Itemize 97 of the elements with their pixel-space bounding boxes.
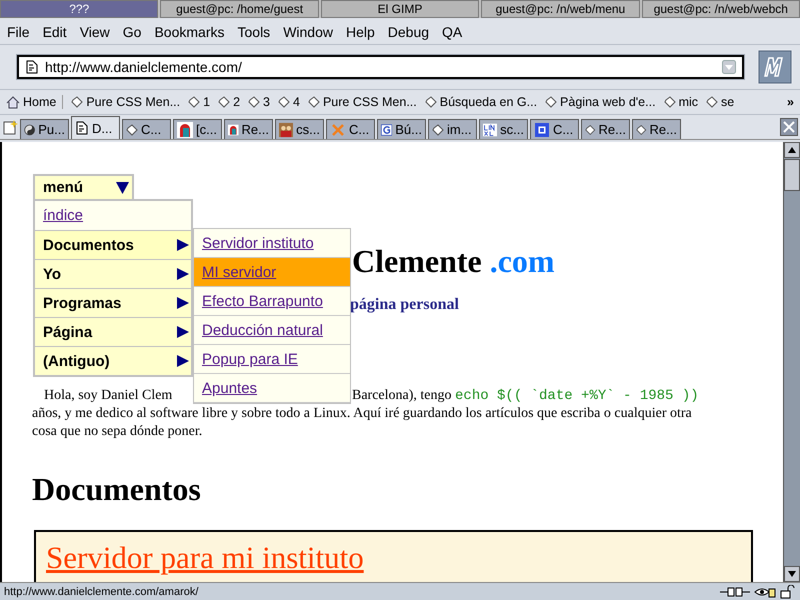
menu-item[interactable]: Documentos (35, 230, 191, 259)
bookmark-icon (218, 96, 230, 108)
page-icon (75, 121, 89, 135)
bookmark-item[interactable]: Pure CSS Men... (71, 95, 180, 109)
site-logo-icon (483, 122, 498, 138)
menu-item[interactable]: Página (35, 317, 191, 346)
menu-item[interactable]: Help (346, 24, 375, 40)
bookmark-icon (424, 96, 437, 108)
status-text: http://www.danielclemente.com/amarok/ (4, 586, 200, 598)
intro-text: Barcelona), tengo echo $(( `date +%Y` - 1985 )) (352, 388, 699, 404)
g-logo-icon (381, 122, 392, 138)
house-icon (6, 96, 20, 108)
profile-icon (177, 122, 193, 138)
close-icon[interactable] (780, 118, 798, 136)
submenu-arrow-icon (177, 297, 189, 309)
bookmark-item[interactable]: 2 (218, 95, 240, 109)
menu-item[interactable]: Tools (238, 24, 270, 40)
browser-tab[interactable]: Re... (224, 119, 273, 139)
bookmark-icon (308, 96, 320, 108)
menu-item[interactable]: File (7, 24, 30, 40)
address-field[interactable]: http://www.danielclemente.com/ (17, 55, 744, 79)
bookmark-icon (664, 96, 676, 108)
bookmark-item[interactable]: 1 (188, 95, 210, 109)
scroll-down-icon[interactable] (784, 566, 800, 582)
yin-yang-icon (24, 122, 36, 138)
bookmark-icon (545, 96, 558, 108)
scroll-up-icon[interactable] (784, 142, 800, 158)
more-bookmarks-button[interactable]: » (787, 95, 794, 109)
bookmark-item[interactable]: 4 (278, 95, 300, 109)
bookmark-item[interactable]: Búsqueda en G... (424, 95, 538, 109)
menu-item[interactable]: (Antiguo) (35, 346, 191, 375)
menu-item[interactable]: Window (283, 24, 333, 40)
bookmark-item[interactable]: Pàgina web d'e... (545, 95, 656, 109)
bookmark-item[interactable]: se (706, 95, 734, 109)
intro-text: años, y me dedico al software libre y sobre todo a Linux. Aquí iré guardando los artículos que escriba o cualquier otra cosa que no sepa dónde poner. (32, 405, 693, 441)
bookmark-icon (248, 96, 260, 108)
scrollbar[interactable] (783, 142, 800, 582)
people-icon (279, 122, 294, 138)
lock-icon (780, 584, 796, 598)
bookmark-icon (278, 96, 290, 108)
bookmark-item[interactable]: mic (664, 95, 698, 109)
window-icon (534, 122, 550, 138)
new-tab-icon[interactable] (2, 119, 18, 135)
bookmark-icon (706, 96, 718, 108)
browser-tab[interactable]: C... (122, 119, 171, 139)
browser-tab[interactable]: D... (71, 116, 120, 139)
browser-tab[interactable]: [c... (173, 119, 222, 139)
submenu-arrow-icon (177, 326, 189, 338)
browser-tab[interactable]: Re... (581, 119, 630, 139)
browser-logo-icon[interactable] (758, 50, 792, 84)
menu-item[interactable]: Bookmarks (154, 24, 224, 40)
taskbar-button[interactable]: guest@pc: /home/guest (160, 0, 319, 18)
menu-item[interactable]: Yo (35, 259, 191, 288)
submenu-arrow-icon (177, 239, 189, 251)
menu-link[interactable]: índice (35, 199, 191, 230)
menu-item[interactable]: Debug (388, 24, 430, 40)
bookmark-icon (188, 96, 200, 108)
browser-tab[interactable]: C... (326, 119, 375, 139)
menu-item[interactable]: Edit (42, 24, 67, 40)
bookmark-item[interactable]: Home (6, 95, 64, 109)
subtitle: página personal (350, 296, 459, 313)
menu-header[interactable]: menú (33, 174, 134, 199)
browser-tab[interactable]: Bú... (377, 119, 426, 139)
browser-tab[interactable]: im... (428, 119, 477, 139)
menu-item[interactable]: View (80, 24, 110, 40)
page-icon (25, 60, 39, 74)
caret-icon (116, 181, 129, 194)
bookmark-item[interactable]: Pure CSS Men... (308, 95, 417, 109)
network-icon (330, 122, 346, 138)
taskbar-button[interactable]: El GIMP (320, 0, 480, 18)
bookmark-icon (585, 124, 596, 136)
taskbar-button[interactable]: ??? (0, 0, 158, 18)
menu-item[interactable]: Go (122, 24, 142, 40)
browser-tab[interactable]: cs... (275, 119, 324, 139)
intro-text: Hola, soy Daniel Clem (44, 388, 174, 404)
submenu-arrow-icon (177, 268, 189, 280)
menu-item[interactable]: Programas (35, 288, 191, 317)
bookmark-item[interactable]: 3 (248, 95, 270, 109)
browser-tab[interactable]: Re... (632, 119, 681, 139)
site-title: Clemente .com (352, 242, 556, 280)
taskbar-button[interactable]: guest@pc: /n/web/webch (642, 0, 800, 18)
menu-item[interactable]: QA (442, 24, 462, 40)
browser-tab[interactable]: Pu... (20, 119, 69, 139)
scrollbar-thumb[interactable] (784, 159, 800, 191)
eye-icon (754, 586, 776, 598)
bookmark-icon (636, 124, 647, 136)
taskbar-button[interactable]: guest@pc: /n/web/menu (481, 0, 640, 18)
submenu-link[interactable]: MI servidor (194, 258, 350, 287)
bookmark-icon (432, 124, 444, 136)
connection-icon (720, 586, 750, 598)
section-heading: Documentos (32, 471, 202, 508)
submenu-arrow-icon (177, 355, 189, 367)
bookmark-icon (71, 96, 84, 108)
bookmark-icon (126, 124, 138, 136)
profile-icon (228, 122, 239, 138)
browser-tab[interactable]: sc... (479, 119, 528, 139)
browser-tab[interactable]: C... (530, 119, 579, 139)
